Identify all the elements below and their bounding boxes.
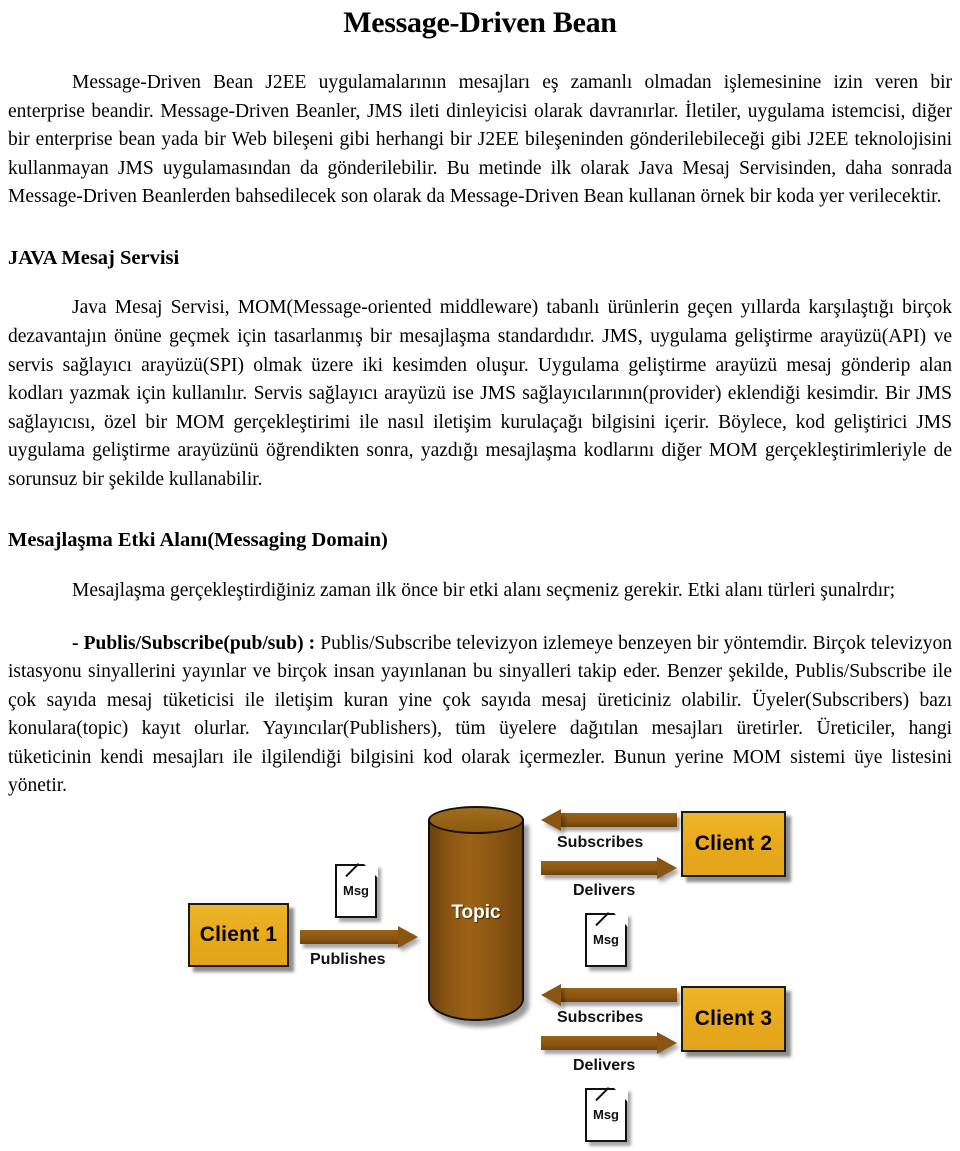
msg-label: Msg (593, 1106, 619, 1122)
diagram-node-client1: Client 1 (188, 902, 289, 967)
arrow-head (541, 808, 561, 831)
edge-label-delivers-bottom: Delivers (573, 1056, 636, 1074)
paragraph-jms-body: Java Mesaj Servisi, MOM(Message-oriented… (8, 297, 952, 490)
edge-label-subscribes-top: Subscribes (557, 833, 644, 851)
document-page: Message-Driven Bean Message-Driven Bean … (0, 6, 960, 1142)
msg-label: Msg (593, 931, 619, 947)
paragraph-domain-body: Mesajlaşma gerçekleştirdiğiniz zaman ilk… (72, 579, 896, 601)
pubsub-label: - Publis/Subscribe(pub/sub) : (72, 632, 316, 654)
edge-label-delivers-top: Delivers (573, 881, 636, 899)
arrow-shaft (541, 860, 659, 875)
paragraph-pubsub: - Publis/Subscribe(pub/sub) : Publis/Sub… (8, 630, 952, 801)
pubsub-diagram: Client 1 Msg Publishes Topic Client 2 Su… (0, 801, 960, 1151)
page-title: Message-Driven Bean (343, 6, 617, 39)
msg-document-icon: Msg (585, 911, 628, 967)
topic-label: Topic (451, 901, 501, 923)
arrow-publishes-icon (300, 925, 418, 948)
diagram-node-client2: Client 2 (681, 810, 786, 877)
arrow-shaft (559, 987, 677, 1002)
pubsub-body: Publis/Subscribe televizyon izlemeye ben… (8, 632, 952, 797)
msg-document-icon: Msg (585, 1086, 628, 1142)
msg-document-icon: Msg (335, 862, 378, 918)
heading-jms: JAVA Mesaj Servisi (8, 246, 180, 269)
arrow-head (657, 1031, 677, 1054)
arrow-subscribes-bottom-icon (541, 983, 677, 1006)
arrow-delivers-bottom-icon (541, 1031, 677, 1054)
arrow-subscribes-top-icon (541, 808, 677, 831)
arrow-delivers-top-icon (541, 856, 677, 879)
arrow-shaft (559, 812, 677, 827)
heading-messaging-domain: Mesajlaşma Etki Alanı(Messaging Domain) (8, 529, 388, 552)
diagram-node-topic: Topic (428, 805, 524, 1033)
arrow-head (657, 856, 677, 879)
diagram-node-client3: Client 3 (681, 985, 786, 1052)
arrow-head (541, 983, 561, 1006)
arrow-shaft (541, 1035, 659, 1050)
cylinder-top-ellipse (428, 805, 524, 834)
edge-label-publishes: Publishes (310, 950, 386, 968)
msg-label: Msg (343, 882, 369, 898)
arrow-head (398, 925, 418, 948)
edge-label-subscribes-bottom: Subscribes (557, 1008, 644, 1026)
arrow-shaft (300, 929, 400, 944)
paragraph-intro: Message-Driven Bean J2EE uygulamalarının… (8, 72, 952, 208)
